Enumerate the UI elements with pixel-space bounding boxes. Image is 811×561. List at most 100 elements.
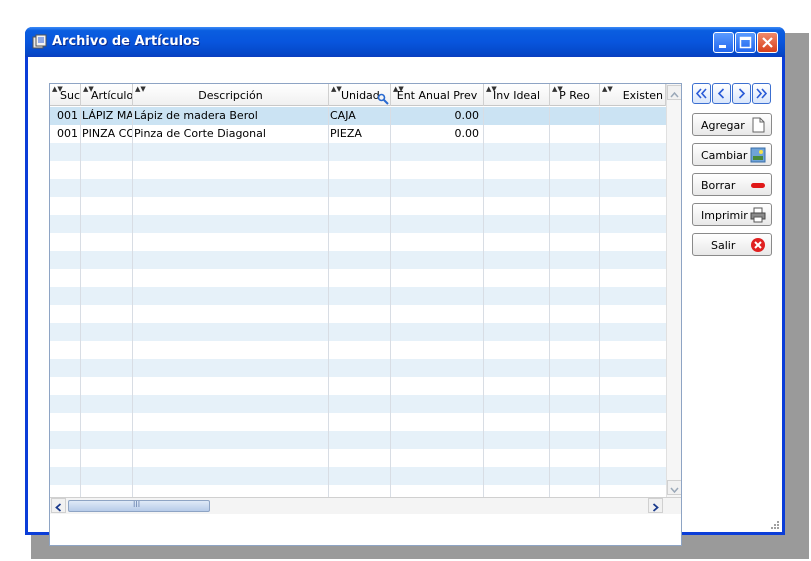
- search-icon[interactable]: [377, 93, 389, 105]
- cell-suc: 001: [57, 127, 78, 140]
- first-record-button[interactable]: [692, 83, 711, 104]
- empty-row: [50, 431, 666, 449]
- borrar-button[interactable]: Borrar: [692, 173, 772, 196]
- resize-grip-icon[interactable]: [770, 520, 780, 530]
- column-divider: [483, 107, 484, 497]
- column-divider: [328, 107, 329, 497]
- empty-row: [50, 467, 666, 485]
- empty-row: [50, 359, 666, 377]
- sort-icon: ▲▼: [552, 85, 563, 93]
- delete-icon: [751, 183, 765, 188]
- chevron-up-icon: [670, 91, 679, 98]
- column-divider: [549, 107, 550, 497]
- salir-button[interactable]: Salir: [692, 233, 772, 256]
- column-header-ent-anual-prev[interactable]: ▲▼ Ent Anual Prev: [391, 84, 484, 106]
- maximize-button[interactable]: [735, 32, 756, 53]
- column-header-existencia[interactable]: ▲▼ Existen: [600, 84, 666, 106]
- empty-row: [50, 179, 666, 197]
- column-divider: [132, 107, 133, 497]
- horizontal-scroll-thumb[interactable]: III: [68, 500, 210, 512]
- minimize-icon: [719, 45, 726, 48]
- column-divider: [390, 107, 391, 497]
- cell-suc: 001: [57, 109, 78, 122]
- column-divider: [599, 107, 600, 497]
- table-row[interactable]: 001 LÁPIZ MAI Lápiz de madera Berol CAJA…: [50, 107, 666, 125]
- cell-unidad: CAJA: [330, 109, 356, 122]
- record-navigation: [692, 83, 772, 105]
- cell-descripcion: Lápiz de madera Berol: [134, 109, 258, 122]
- window-title: Archivo de Artículos: [52, 34, 200, 49]
- cell-descripcion: Pinza de Corte Diagonal: [134, 127, 266, 140]
- empty-row: [50, 323, 666, 341]
- empty-row: [50, 197, 666, 215]
- sort-icon: ▲▼: [331, 85, 342, 93]
- empty-row: [50, 215, 666, 233]
- chevron-right-icon: [738, 88, 746, 99]
- grid-body: 001 LÁPIZ MAI Lápiz de madera Berol CAJA…: [50, 107, 666, 497]
- sort-icon: ▲▼: [602, 85, 613, 93]
- agregar-button[interactable]: Agregar: [692, 113, 772, 136]
- cell-unidad: PIEZA: [330, 127, 362, 140]
- column-header-articulo[interactable]: ▲▼ Artículo: [81, 84, 133, 106]
- empty-row: [50, 305, 666, 323]
- empty-row: [50, 449, 666, 467]
- column-header-unidad[interactable]: ▲▼ Unidad: [329, 84, 391, 106]
- column-header-suc[interactable]: ▲▼ Suc: [50, 84, 81, 106]
- sort-icon: ▲▼: [393, 85, 404, 93]
- sort-icon: ▲▼: [486, 85, 497, 93]
- maximize-icon: [739, 36, 752, 49]
- column-divider: [80, 107, 81, 497]
- scroll-right-button[interactable]: [648, 498, 663, 513]
- column-header-descripcion[interactable]: ▲▼ Descripción: [133, 84, 329, 106]
- new-document-icon: [752, 117, 765, 133]
- empty-row: [50, 233, 666, 251]
- empty-row: [50, 251, 666, 269]
- minimize-button[interactable]: [713, 32, 734, 53]
- empty-row: [50, 395, 666, 413]
- articulos-grid[interactable]: ▲▼ Suc ▲▼ Artículo ▲▼ Descripción ▲▼ Uni…: [49, 83, 682, 546]
- double-chevron-right-icon: [756, 88, 768, 99]
- window-content: ▲▼ Suc ▲▼ Artículo ▲▼ Descripción ▲▼ Uni…: [28, 57, 782, 546]
- imprimir-button[interactable]: Imprimir: [692, 203, 772, 226]
- empty-row: [50, 161, 666, 179]
- scroll-up-button[interactable]: [667, 85, 681, 100]
- cell-ent-anual-prev: 0.00: [454, 127, 480, 140]
- empty-row: [50, 377, 666, 395]
- column-header-inv-ideal[interactable]: ▲▼ Inv Ideal: [484, 84, 550, 106]
- cell-articulo: PINZA COI: [82, 127, 132, 140]
- sort-icon: ▲▼: [83, 85, 94, 93]
- horizontal-scrollbar[interactable]: III: [50, 497, 681, 514]
- chevron-left-icon: [55, 503, 62, 512]
- sort-icon: ▲▼: [52, 85, 63, 93]
- grid-header: ▲▼ Suc ▲▼ Artículo ▲▼ Descripción ▲▼ Uni…: [50, 84, 666, 106]
- scroll-left-button[interactable]: [51, 498, 66, 513]
- exit-icon: [751, 238, 765, 252]
- column-header-p-reo[interactable]: ▲▼ P Reo: [550, 84, 600, 106]
- empty-row: [50, 341, 666, 359]
- chevron-right-icon: [652, 503, 659, 512]
- empty-row: [50, 413, 666, 431]
- app-icon: [32, 34, 47, 49]
- title-bar[interactable]: Archivo de Artículos: [25, 27, 785, 57]
- cell-ent-anual-prev: 0.00: [454, 109, 480, 122]
- last-record-button[interactable]: [752, 83, 771, 104]
- empty-row: [50, 143, 666, 161]
- scroll-down-button[interactable]: [667, 480, 681, 495]
- articulos-window: Archivo de Artículos ▲▼ Suc ▲▼ Artículo: [25, 27, 785, 546]
- table-row[interactable]: 001 PINZA COI Pinza de Corte Diagonal PI…: [50, 125, 666, 143]
- printer-icon: [750, 207, 766, 223]
- scroll-grip: III: [133, 500, 141, 509]
- edit-image-icon: [750, 147, 766, 163]
- double-chevron-left-icon: [695, 88, 707, 99]
- empty-row: [50, 287, 666, 305]
- chevron-down-icon: [670, 487, 679, 494]
- vertical-scrollbar[interactable]: [666, 84, 681, 497]
- empty-row: [50, 269, 666, 287]
- previous-record-button[interactable]: [712, 83, 731, 104]
- cell-articulo: LÁPIZ MAI: [82, 109, 132, 122]
- close-button[interactable]: [757, 32, 778, 53]
- cambiar-button[interactable]: Cambiar: [692, 143, 772, 166]
- chevron-left-icon: [717, 88, 725, 99]
- sort-icon: ▲▼: [135, 85, 146, 93]
- next-record-button[interactable]: [732, 83, 751, 104]
